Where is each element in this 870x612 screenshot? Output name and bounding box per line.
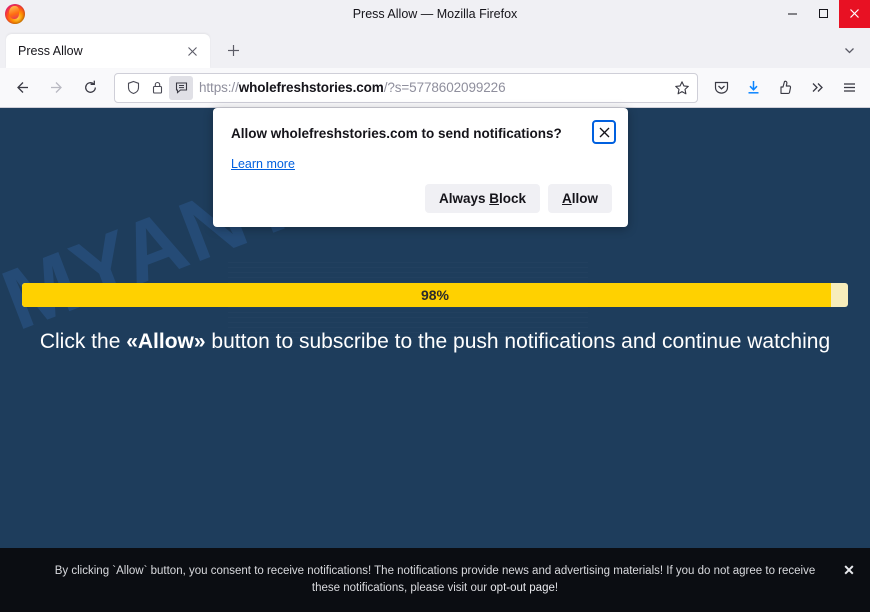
always-block-button[interactable]: Always Block [424, 184, 540, 213]
account-extension-icon[interactable] [770, 73, 800, 103]
window-controls [777, 0, 870, 28]
consent-text-before: By clicking `Allow` button, you consent … [54, 565, 816, 594]
application-menu-icon[interactable] [834, 73, 864, 103]
lock-icon[interactable] [145, 76, 169, 100]
consent-text: By clicking `Allow` button, you consent … [50, 563, 820, 597]
title-bar: Press Allow — Mozilla Firefox [0, 0, 870, 28]
tab-close-icon[interactable] [182, 41, 202, 61]
consent-close-icon[interactable]: ✕ [840, 561, 858, 579]
permission-close-icon[interactable] [592, 120, 616, 144]
permission-popup-anchor: Allow wholefreshstories.com to send noti… [213, 108, 628, 227]
pocket-save-icon[interactable] [706, 73, 736, 103]
url-bar[interactable]: https://wholefreshstories.com/?s=5778602… [114, 72, 698, 103]
url-text[interactable]: https://wholefreshstories.com/?s=5778602… [199, 80, 669, 95]
minimize-button[interactable] [777, 0, 808, 28]
firefox-logo-icon [5, 3, 25, 24]
overflow-chevrons-icon[interactable] [802, 73, 832, 103]
list-all-tabs-button[interactable] [834, 35, 864, 65]
tab-title: Press Allow [18, 44, 83, 58]
window-title: Press Allow — Mozilla Firefox [352, 6, 518, 21]
reload-button[interactable] [74, 73, 106, 103]
close-window-button[interactable] [839, 0, 870, 28]
call-to-action-text: Click the «Allow» button to subscribe to… [0, 330, 870, 354]
permission-heading: Allow wholefreshstories.com to send noti… [231, 126, 562, 141]
progress-bar-container: 98% [22, 283, 848, 307]
cta-text-after: button to subscribe to the push notifica… [205, 330, 831, 353]
tab-strip: Press Allow [0, 28, 870, 68]
consent-bar: By clicking `Allow` button, you consent … [0, 548, 870, 612]
navigation-toolbar: https://wholefreshstories.com/?s=5778602… [0, 68, 870, 108]
maximize-button[interactable] [808, 0, 839, 28]
permission-buttons: Always Block Allow [231, 184, 612, 213]
shield-icon[interactable] [121, 76, 145, 100]
learn-more-link[interactable]: Learn more [231, 157, 295, 171]
notification-permission-popup: Allow wholefreshstories.com to send noti… [213, 108, 628, 227]
notification-permission-icon[interactable] [169, 75, 193, 100]
back-button[interactable] [6, 73, 38, 103]
cta-text-bold: «Allow» [126, 330, 206, 353]
browser-window: Press Allow — Mozilla Firefox Press Allo… [0, 0, 870, 612]
cta-text-before: Click the [39, 330, 127, 353]
forward-button[interactable] [40, 73, 72, 103]
consent-text-after: ! [554, 582, 559, 594]
bookmark-star-icon[interactable] [669, 75, 695, 101]
tab-press-allow[interactable]: Press Allow [6, 34, 210, 68]
progress-bar: 98% [22, 283, 848, 307]
new-tab-button[interactable] [218, 35, 248, 65]
progress-bar-label: 98% [420, 287, 450, 303]
opt-out-page-link[interactable]: opt-out page [490, 582, 555, 594]
downloads-icon[interactable] [738, 73, 768, 103]
allow-button[interactable]: Allow [548, 184, 612, 213]
